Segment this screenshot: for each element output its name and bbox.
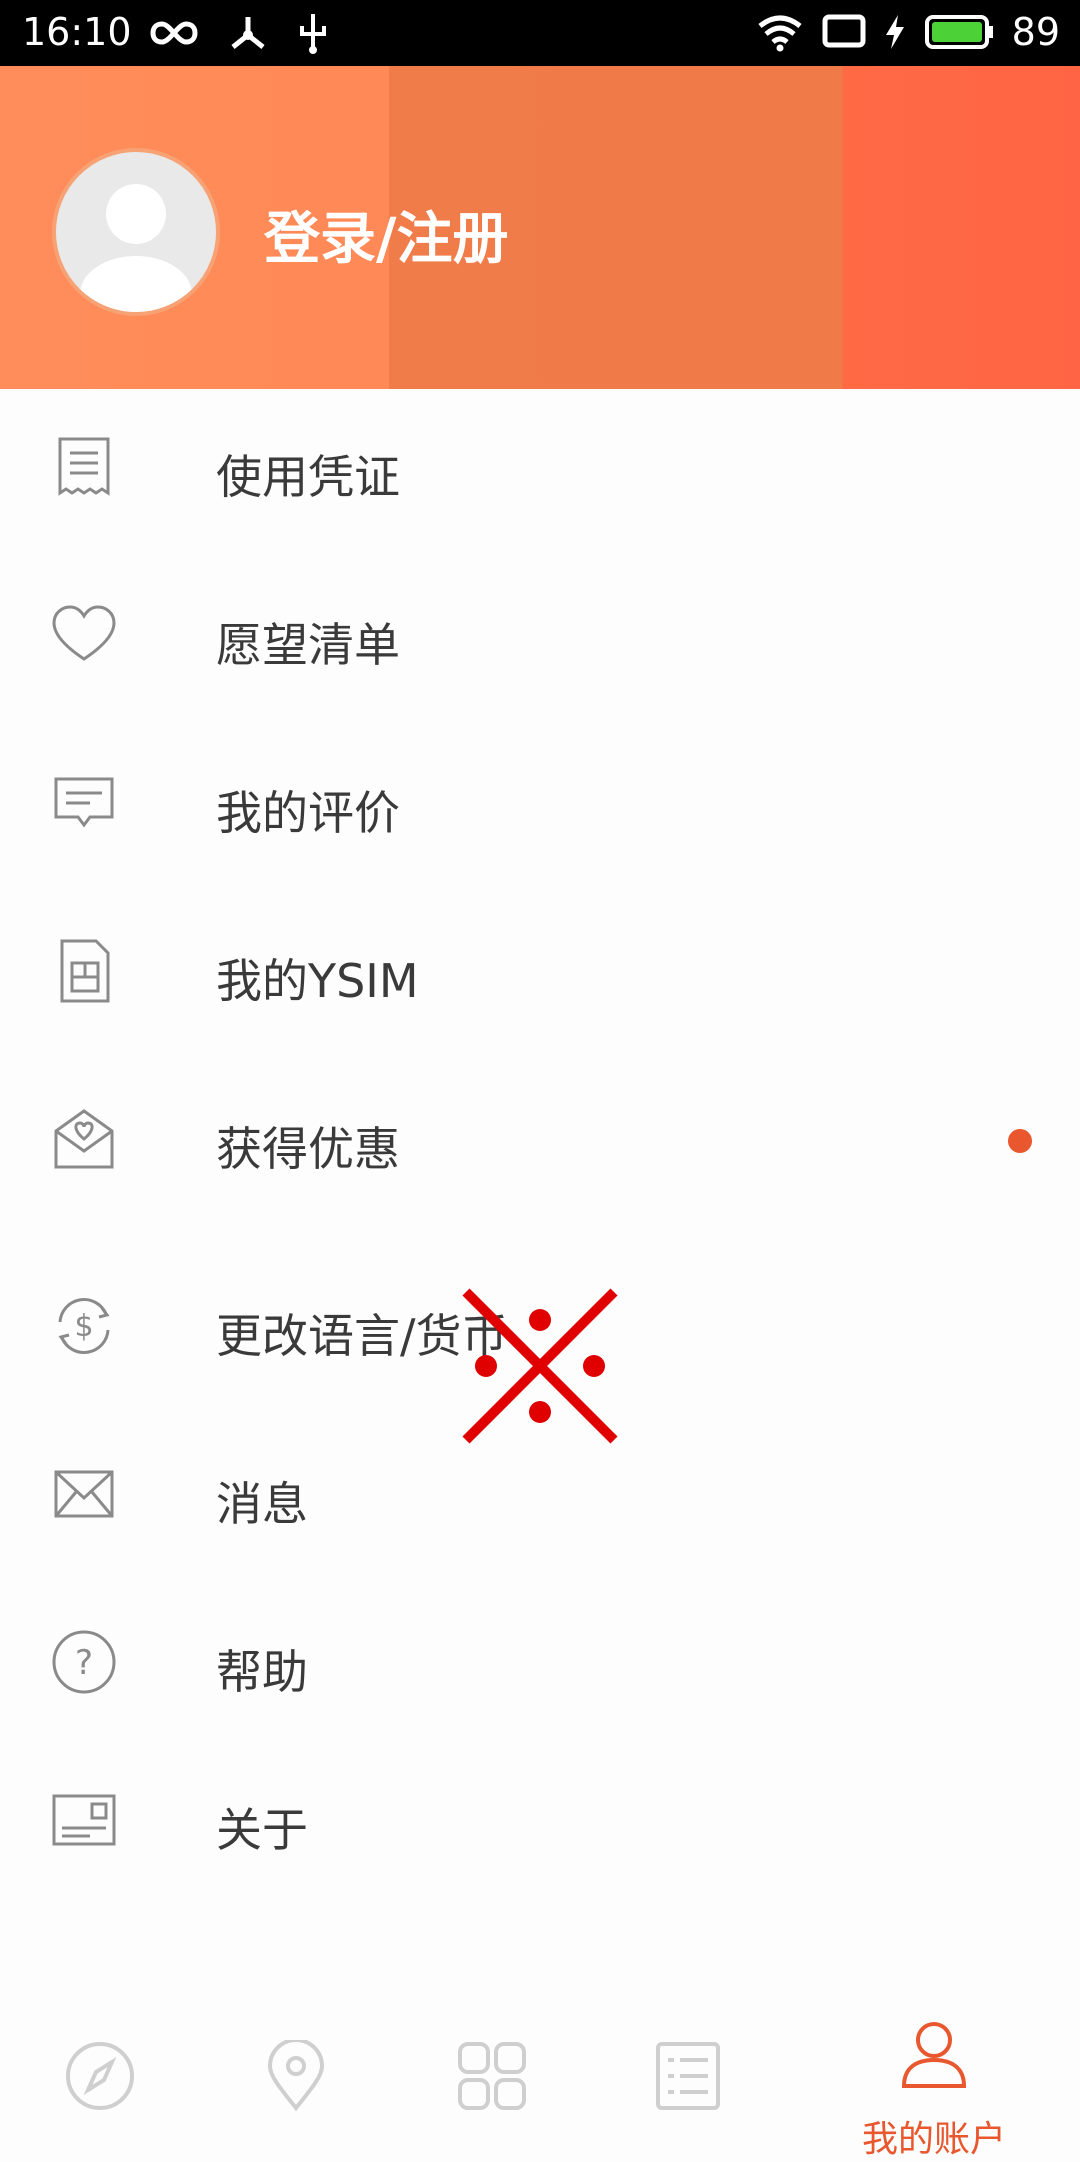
nav-label-my-account: 我的账户 [861, 2119, 1006, 2160]
avatar[interactable] [52, 148, 220, 316]
status-left-icons [150, 12, 328, 54]
tap-marker-icon [462, 1288, 618, 1444]
login-register-link[interactable]: 登录/注册 [264, 194, 508, 275]
menu-label: 使用凭证 [216, 450, 400, 504]
menu-label: 获得优惠 [216, 1122, 400, 1176]
menu-item-help[interactable]: ? 帮助 [0, 1602, 1080, 1722]
battery-icon [924, 15, 993, 49]
nav-explore[interactable] [0, 2020, 200, 2150]
usb-icon [300, 14, 326, 54]
nav-categories[interactable] [392, 2020, 592, 2150]
menu-item-ysim[interactable]: 我的YSIM [0, 911, 1080, 1031]
infinity-icon [150, 21, 198, 45]
nav-destinations[interactable] [196, 2020, 396, 2150]
help-icon: ? [52, 1630, 116, 1694]
grid-icon [458, 2042, 526, 2110]
battery-level: 89 [1011, 10, 1060, 54]
menu-label: 关于 [216, 1803, 308, 1857]
comment-icon [54, 777, 114, 828]
menu-label: 帮助 [216, 1645, 308, 1699]
heart-icon [52, 605, 116, 661]
menu-item-wishlist[interactable]: 愿望清单 [0, 575, 1080, 695]
status-bar: 16:10 89 [0, 0, 1080, 66]
compass-icon [66, 2042, 134, 2110]
bottom-navigation: 我的账户 [0, 2000, 1080, 2160]
user-icon [901, 2022, 967, 2088]
receipt-icon [58, 437, 110, 496]
menu-label: 我的评价 [216, 786, 400, 840]
menu-label: 愿望清单 [216, 618, 400, 672]
location-pin-icon [267, 2040, 325, 2112]
wifi-icon [758, 15, 802, 52]
status-right-icons: 89 [756, 10, 1060, 54]
charging-icon [885, 15, 904, 49]
mail-icon [54, 1470, 114, 1518]
new-offer-badge [1008, 1129, 1032, 1153]
default-avatar-icon [80, 184, 192, 312]
nav-my-account[interactable]: 我的账户 [834, 2020, 1034, 2160]
screen-cast-icon [822, 14, 866, 48]
menu-item-offers[interactable]: 获得优惠 [0, 1079, 1080, 1199]
menu-label: 消息 [216, 1477, 308, 1531]
status-time: 16:10 [22, 10, 132, 54]
nav-bookings[interactable] [588, 2020, 788, 2150]
menu-item-vouchers[interactable]: 使用凭证 [0, 407, 1080, 527]
network-share-icon [231, 17, 265, 49]
svg-text:$: $ [74, 1309, 93, 1344]
menu-item-messages[interactable]: 消息 [0, 1434, 1080, 1554]
menu-label: 我的YSIM [216, 954, 419, 1008]
list-icon [656, 2042, 720, 2110]
gift-mail-icon [54, 1109, 114, 1169]
menu-item-reviews[interactable]: 我的评价 [0, 743, 1080, 863]
svg-text:?: ? [75, 1643, 93, 1683]
account-header: 登录/注册 [0, 66, 1080, 389]
menu-item-about[interactable]: 关于 [0, 1760, 1080, 1880]
sim-card-icon [60, 939, 110, 1003]
info-card-icon [52, 1794, 116, 1846]
currency-exchange-icon: $ [58, 1297, 110, 1355]
